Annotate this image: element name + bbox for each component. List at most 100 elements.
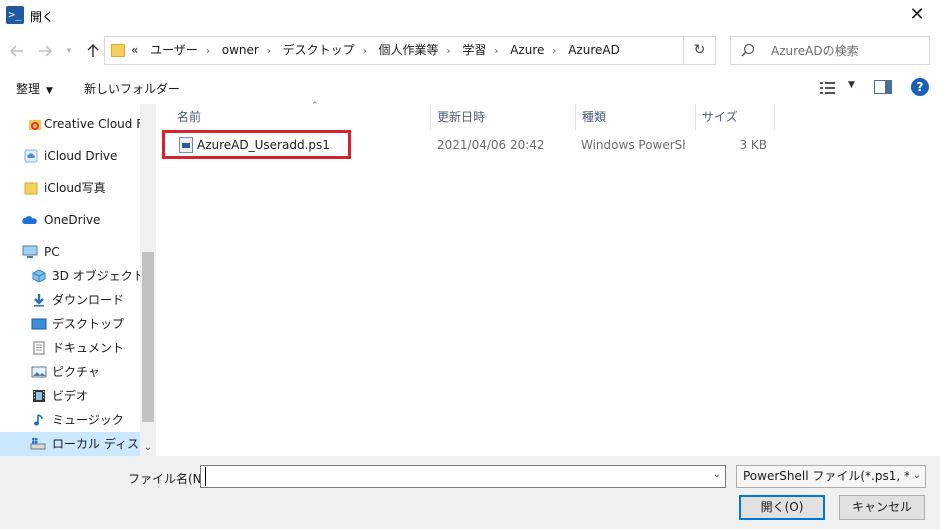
chevron-right-icon: ›	[446, 46, 451, 57]
chevron-down-icon[interactable]: ⌄	[713, 469, 721, 480]
chevron-down-icon: ▼	[848, 80, 855, 90]
column-header-label: 名前	[177, 110, 202, 124]
sidebar-item-icloud-drive[interactable]: iCloud Drive	[0, 144, 140, 168]
sidebar-item-label: OneDrive	[44, 213, 101, 227]
chevron-down-icon: ▼	[46, 86, 53, 96]
sidebar-item-downloads[interactable]: ダウンロード	[0, 288, 140, 312]
sidebar-item-label: ドキュメント	[52, 341, 125, 355]
sidebar-item-local-disk[interactable]: ローカル ディスク (C:)	[0, 432, 156, 456]
refresh-button[interactable]: ↻	[684, 36, 716, 65]
help-button[interactable]: ?	[911, 78, 929, 96]
breadcrumb-overflow[interactable]: «	[131, 43, 138, 57]
details-view-icon	[820, 82, 835, 94]
breadcrumb-item-desktop[interactable]: デスクトップ	[283, 43, 355, 57]
filetype-select[interactable]: PowerShell ファイル(*.ps1, *.psm1, *.psd1) ⌄	[736, 465, 926, 488]
cancel-button[interactable]: キャンセル	[839, 495, 925, 520]
column-header-size[interactable]: サイズ	[696, 104, 775, 130]
open-button[interactable]: 開く(O)	[739, 495, 825, 520]
powershell-script-icon	[179, 137, 193, 153]
arrow-right-icon	[39, 45, 52, 57]
sidebar-item-label: ビデオ	[52, 389, 89, 403]
search-box[interactable]	[730, 36, 930, 65]
sidebar-item-label: 3D オブジェクト	[52, 269, 145, 283]
navigation-pane: Creative Cloud Files iCloud Drive iCloud…	[0, 104, 156, 456]
navigation-scrollbar[interactable]: ⌄	[140, 104, 156, 456]
scroll-down-button[interactable]: ⌄	[140, 440, 156, 456]
folder-icon	[24, 182, 38, 195]
search-icon	[741, 43, 755, 57]
preview-pane-icon	[885, 81, 891, 93]
desktop-icon	[31, 318, 47, 330]
sidebar-item-label: iCloud Drive	[44, 149, 118, 163]
download-icon	[34, 294, 44, 307]
forward-button[interactable]	[34, 40, 56, 62]
videos-icon	[33, 390, 45, 402]
column-header-modified[interactable]: 更新日時	[431, 104, 576, 130]
breadcrumb-item-azuread[interactable]: AzureAD	[568, 43, 620, 57]
breadcrumb: « ユーザー › owner › デスクトップ › 個人作業等 › 学習 › Azure ›…	[131, 37, 628, 64]
filename-combobox[interactable]: ⌄	[200, 465, 726, 488]
file-modified: 2021/04/06 20:42	[437, 138, 545, 152]
refresh-icon: ↻	[693, 42, 706, 58]
column-header-name[interactable]: ⌃ 名前	[171, 102, 431, 130]
chevron-right-icon: ›	[552, 46, 557, 57]
recent-locations-button[interactable]: ▾	[62, 40, 76, 62]
address-bar[interactable]: « ユーザー › owner › デスクトップ › 個人作業等 › 学習 › Azure ›…	[104, 36, 777, 65]
scrollbar-thumb[interactable]	[142, 252, 154, 422]
arrow-left-icon	[10, 45, 23, 57]
sidebar-item-documents[interactable]: ドキュメント	[0, 336, 140, 360]
sidebar-item-label: ダウンロード	[52, 293, 125, 307]
creative-cloud-icon	[29, 120, 41, 130]
chevron-right-icon: ›	[266, 46, 271, 57]
file-size: 3 KB	[739, 138, 767, 152]
back-button[interactable]	[6, 40, 28, 62]
breadcrumb-item-azure[interactable]: Azure	[510, 43, 544, 57]
navigation-bar: ▾ « ユーザー › owner › デスクトップ › 個人作業等 › 学習 › Azur…	[0, 32, 940, 70]
organize-button[interactable]: 整理 ▼	[16, 80, 53, 97]
sidebar-item-label: ピクチャ	[52, 365, 100, 379]
sidebar-item-pictures[interactable]: ピクチャ	[0, 360, 140, 384]
column-header-type[interactable]: 種類	[576, 104, 696, 130]
chevron-right-icon: ›	[205, 46, 210, 57]
pc-icon	[22, 245, 38, 258]
file-list: ⌃ 名前 更新日時 種類 サイズ AzureAD_Useradd.ps1 202…	[157, 102, 940, 456]
breadcrumb-item-users[interactable]: ユーザー	[150, 43, 198, 57]
pictures-icon	[31, 366, 47, 378]
sidebar-item-icloud-photos[interactable]: iCloud写真	[0, 176, 140, 200]
sidebar-item-videos[interactable]: ビデオ	[0, 384, 140, 408]
sidebar-item-3d-objects[interactable]: 3D オブジェクト	[0, 264, 145, 288]
chevron-down-icon: ⌄	[143, 442, 153, 453]
command-bar: 整理 ▼ 新しいフォルダー ▼ ?	[0, 72, 940, 104]
file-type: Windows PowerShell スクリプト	[581, 138, 685, 152]
preview-pane-button[interactable]	[874, 80, 892, 94]
onedrive-icon	[22, 216, 37, 224]
sidebar-item-label: iCloud写真	[44, 181, 106, 195]
sidebar-item-music[interactable]: ミュージック	[0, 408, 140, 432]
powershell-icon: >_	[6, 6, 24, 24]
drive-icon	[30, 438, 46, 450]
chevron-right-icon: ›	[494, 46, 499, 57]
table-row[interactable]: AzureAD_Useradd.ps1 2021/04/06 20:42 Win…	[165, 134, 785, 156]
chevron-right-icon: ›	[362, 46, 367, 57]
sidebar-item-creative-cloud[interactable]: Creative Cloud Files	[0, 112, 156, 136]
breadcrumb-item-personal[interactable]: 個人作業等	[379, 43, 439, 57]
search-input[interactable]	[771, 37, 926, 64]
sidebar-item-label: PC	[44, 245, 60, 259]
breadcrumb-item-study[interactable]: 学習	[462, 43, 486, 57]
filetype-selected: PowerShell ファイル(*.ps1, *.psm1, *.psd1)	[743, 469, 909, 483]
arrow-up-icon	[87, 44, 99, 57]
sidebar-item-onedrive[interactable]: OneDrive	[0, 208, 140, 232]
up-button[interactable]	[82, 40, 104, 62]
sidebar-item-pc[interactable]: PC	[0, 240, 140, 264]
filename-label: ファイル名(N):	[128, 472, 211, 486]
chevron-down-icon: ▾	[66, 46, 72, 56]
sidebar-item-desktop[interactable]: デスクトップ	[0, 312, 140, 336]
close-button[interactable]: ✕	[894, 0, 940, 32]
title-bar: >_ 開く ✕	[0, 0, 940, 32]
sidebar-item-label: ミュージック	[52, 413, 124, 427]
change-view-button[interactable]: ▼	[820, 80, 860, 96]
new-folder-button[interactable]: 新しいフォルダー	[84, 80, 180, 97]
filename-input[interactable]	[205, 467, 700, 486]
3d-objects-icon	[32, 269, 46, 283]
breadcrumb-item-owner[interactable]: owner	[222, 43, 259, 57]
